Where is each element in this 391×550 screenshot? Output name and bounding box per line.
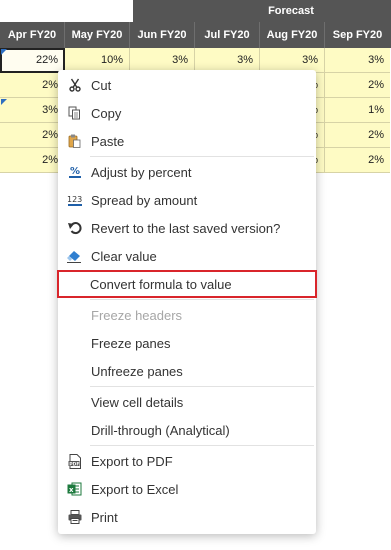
menu-item-export-pdf[interactable]: PDF Export to PDF xyxy=(58,447,316,475)
printer-icon xyxy=(58,510,91,524)
grid-cell[interactable]: 2% xyxy=(0,123,65,148)
grid-cell-selected[interactable]: 22% xyxy=(0,48,65,73)
menu-item-clear-value[interactable]: Clear value xyxy=(58,242,316,270)
column-header[interactable]: Apr FY20 xyxy=(0,22,65,48)
excel-icon: x xyxy=(58,482,91,496)
grid-cell[interactable]: 2% xyxy=(325,148,390,173)
menu-item-label: Revert to the last saved version? xyxy=(91,220,281,236)
menu-item-label: Paste xyxy=(91,133,125,149)
menu-item-label: Clear value xyxy=(91,248,157,264)
column-header[interactable]: Jul FY20 xyxy=(195,22,260,48)
menu-separator xyxy=(90,386,314,387)
copy-icon xyxy=(58,106,91,120)
menu-separator xyxy=(90,445,314,446)
menu-item-view-cell-details[interactable]: View cell details xyxy=(58,388,316,416)
band-header-row: Forecast xyxy=(0,0,391,22)
paste-icon xyxy=(58,134,91,148)
grid-cell[interactable]: 3% xyxy=(0,98,65,123)
menu-item-label: Copy xyxy=(91,105,122,121)
menu-item-label: Drill-through (Analytical) xyxy=(91,422,230,438)
number-123-icon: 123 xyxy=(58,193,91,207)
pdf-icon: PDF xyxy=(58,453,91,469)
grid-cell[interactable]: 2% xyxy=(325,123,390,148)
menu-item-revert[interactable]: Revert to the last saved version? xyxy=(58,214,316,242)
undo-icon xyxy=(58,221,91,235)
menu-item-label: Unfreeze panes xyxy=(91,363,183,379)
column-header[interactable]: Aug FY20 xyxy=(260,22,325,48)
eraser-icon xyxy=(58,250,91,263)
menu-item-freeze-headers: Freeze headers xyxy=(58,301,316,329)
svg-text:123: 123 xyxy=(67,195,82,204)
menu-item-print[interactable]: Print xyxy=(58,503,316,531)
grid-cell[interactable]: 3% xyxy=(325,48,390,73)
menu-item-label: Export to PDF xyxy=(91,453,173,469)
grid-cell[interactable]: 1% xyxy=(325,98,390,123)
menu-item-label: View cell details xyxy=(91,394,184,410)
menu-item-unfreeze-panes[interactable]: Unfreeze panes xyxy=(58,357,316,385)
menu-item-freeze-panes[interactable]: Freeze panes xyxy=(58,329,316,357)
menu-item-label: Convert formula to value xyxy=(90,276,232,292)
menu-item-cut[interactable]: Cut xyxy=(58,71,316,99)
column-header[interactable]: May FY20 xyxy=(65,22,130,48)
grid-cell[interactable]: 2% xyxy=(0,73,65,98)
svg-text:%: % xyxy=(70,166,80,177)
menu-item-label: Cut xyxy=(91,77,112,93)
menu-item-export-excel[interactable]: x Export to Excel xyxy=(58,475,316,503)
column-header[interactable]: Jun FY20 xyxy=(130,22,195,48)
menu-item-label: Freeze panes xyxy=(91,335,171,351)
column-header[interactable]: Sep FY20 xyxy=(325,22,390,48)
menu-item-label: Spread by amount xyxy=(91,192,198,208)
menu-separator xyxy=(90,156,314,157)
menu-item-label: Export to Excel xyxy=(91,481,179,497)
grid-cell[interactable]: 2% xyxy=(0,148,65,173)
menu-separator xyxy=(90,299,314,300)
menu-item-label: Freeze headers xyxy=(91,307,183,323)
menu-item-paste[interactable]: Paste xyxy=(58,127,316,155)
svg-text:PDF: PDF xyxy=(69,461,79,467)
menu-item-spread-by-amount[interactable]: 123 Spread by amount xyxy=(58,186,316,214)
menu-item-copy[interactable]: Copy xyxy=(58,99,316,127)
menu-item-drill-through[interactable]: Drill-through (Analytical) xyxy=(58,416,316,444)
scissors-icon xyxy=(58,78,91,92)
percent-icon: % xyxy=(58,165,91,179)
context-menu: Cut Copy Paste % Adjust by percent 123 S… xyxy=(57,70,317,534)
svg-text:x: x xyxy=(69,486,74,494)
menu-item-label: Print xyxy=(91,509,118,525)
column-header-row: Apr FY20 May FY20 Jun FY20 Jul FY20 Aug … xyxy=(0,22,391,48)
menu-item-label: Adjust by percent xyxy=(91,164,192,180)
menu-item-adjust-by-percent[interactable]: % Adjust by percent xyxy=(58,158,316,186)
forecast-band-header: Forecast xyxy=(133,0,391,22)
menu-item-convert-formula-to-value[interactable]: Convert formula to value xyxy=(57,270,317,298)
grid-cell[interactable]: 2% xyxy=(325,73,390,98)
